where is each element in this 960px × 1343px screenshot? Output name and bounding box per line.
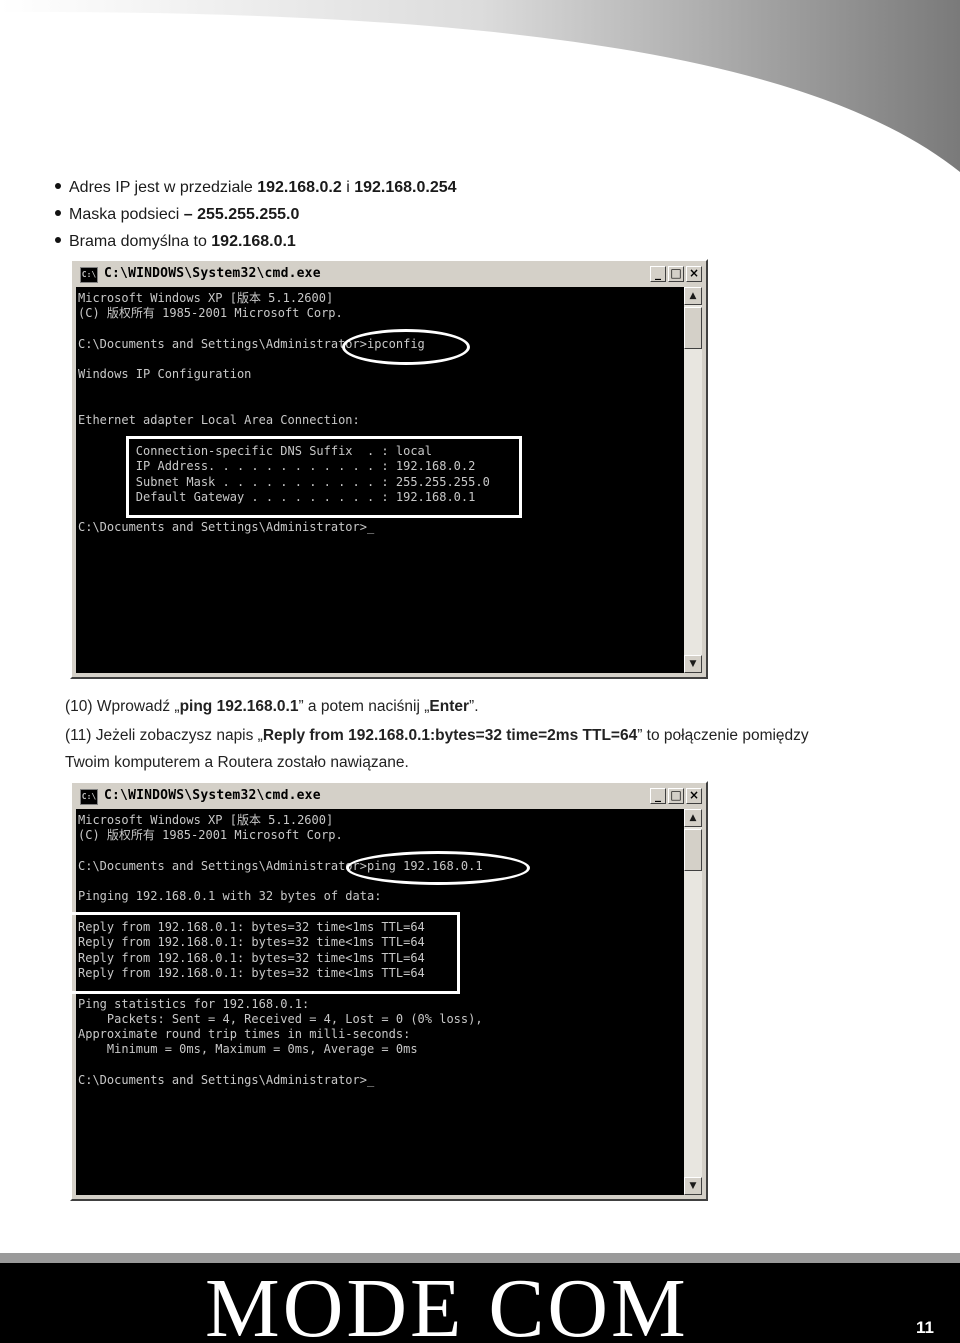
minimize-icon[interactable]: _ bbox=[650, 788, 666, 804]
brand-logo: MODE COM bbox=[205, 1264, 689, 1343]
scroll-down-icon[interactable]: ▼ bbox=[684, 655, 702, 673]
window-title: C:\WINDOWS\System32\cmd.exe bbox=[104, 266, 321, 281]
scroll-up-icon[interactable]: ▲ bbox=[684, 809, 702, 827]
scroll-down-icon[interactable]: ▼ bbox=[684, 1177, 702, 1195]
bullet-ip-range: Adres IP jest w przedziale 192.168.0.2 i… bbox=[52, 174, 457, 201]
vertical-scrollbar[interactable]: ▲ ▼ bbox=[684, 287, 702, 673]
highlight-ellipse-ipconfig bbox=[342, 329, 470, 365]
cmd-app-icon: C:\ bbox=[80, 789, 98, 805]
step-10-instruction: (10) Wprowadź „ping 192.168.0.1” a potem… bbox=[65, 693, 479, 720]
scroll-thumb[interactable] bbox=[684, 829, 702, 871]
close-icon[interactable]: × bbox=[686, 788, 702, 804]
bullet-subnet-mask: Maska podsieci – 255.255.255.0 bbox=[52, 201, 457, 228]
text: ” a potem naciśnij „ bbox=[298, 698, 430, 715]
bullet-text: i bbox=[341, 179, 355, 196]
bullet-text: Maska podsieci bbox=[69, 206, 184, 223]
ping-command: ping 192.168.0.1 bbox=[179, 698, 299, 715]
page-number: 11 bbox=[916, 1318, 934, 1337]
window-titlebar[interactable]: C:\ C:\WINDOWS\System32\cmd.exe _ □ × bbox=[74, 263, 704, 287]
bullet-text: Adres IP jest w przedziale bbox=[69, 179, 258, 196]
vertical-scrollbar[interactable]: ▲ ▼ bbox=[684, 809, 702, 1195]
enter-key-label: Enter bbox=[429, 698, 470, 715]
text: (10) Wprowadź „ bbox=[65, 698, 180, 715]
bullet-gateway: Brama domyślna to 192.168.0.1 bbox=[52, 228, 457, 255]
bullet-dot-icon bbox=[55, 183, 61, 190]
gateway-value: 192.168.0.1 bbox=[211, 233, 296, 250]
bullet-dot-icon bbox=[55, 210, 61, 217]
step-11-instruction: (11) Jeżeli zobaczysz napis „Reply from … bbox=[65, 722, 809, 749]
cmd-app-icon: C:\ bbox=[80, 267, 98, 283]
header-swoosh-decoration bbox=[0, 0, 960, 172]
text: ” to połączenie pomiędzy bbox=[637, 727, 809, 744]
window-title: C:\WINDOWS\System32\cmd.exe bbox=[104, 788, 321, 803]
minimize-icon[interactable]: _ bbox=[650, 266, 666, 282]
close-icon[interactable]: × bbox=[686, 266, 702, 282]
bullet-dot-icon bbox=[55, 237, 61, 244]
text: (11) Jeżeli zobaczysz napis „ bbox=[65, 727, 263, 744]
highlight-box-replies bbox=[66, 912, 460, 994]
maximize-icon[interactable]: □ bbox=[668, 266, 684, 282]
subnet-value: – 255.255.255.0 bbox=[183, 206, 300, 223]
scroll-up-icon[interactable]: ▲ bbox=[684, 287, 702, 305]
network-settings-list: Adres IP jest w przedziale 192.168.0.2 i… bbox=[52, 174, 457, 255]
step-11-continuation: Twoim komputerem a Routera zostało nawią… bbox=[65, 754, 409, 771]
ip-end: 192.168.0.254 bbox=[354, 179, 457, 196]
ip-start: 192.168.0.2 bbox=[257, 179, 342, 196]
text: ”. bbox=[469, 698, 479, 715]
bullet-text: Brama domyślna to bbox=[69, 233, 212, 250]
highlight-ellipse-ping bbox=[346, 851, 530, 885]
highlight-box-ip-config bbox=[126, 436, 522, 518]
maximize-icon[interactable]: □ bbox=[668, 788, 684, 804]
scroll-thumb[interactable] bbox=[684, 307, 702, 349]
window-titlebar[interactable]: C:\ C:\WINDOWS\System32\cmd.exe _ □ × bbox=[74, 785, 704, 809]
reply-message: Reply from 192.168.0.1:bytes=32 time=2ms… bbox=[262, 727, 638, 744]
footer-gray-strip bbox=[0, 1253, 960, 1263]
